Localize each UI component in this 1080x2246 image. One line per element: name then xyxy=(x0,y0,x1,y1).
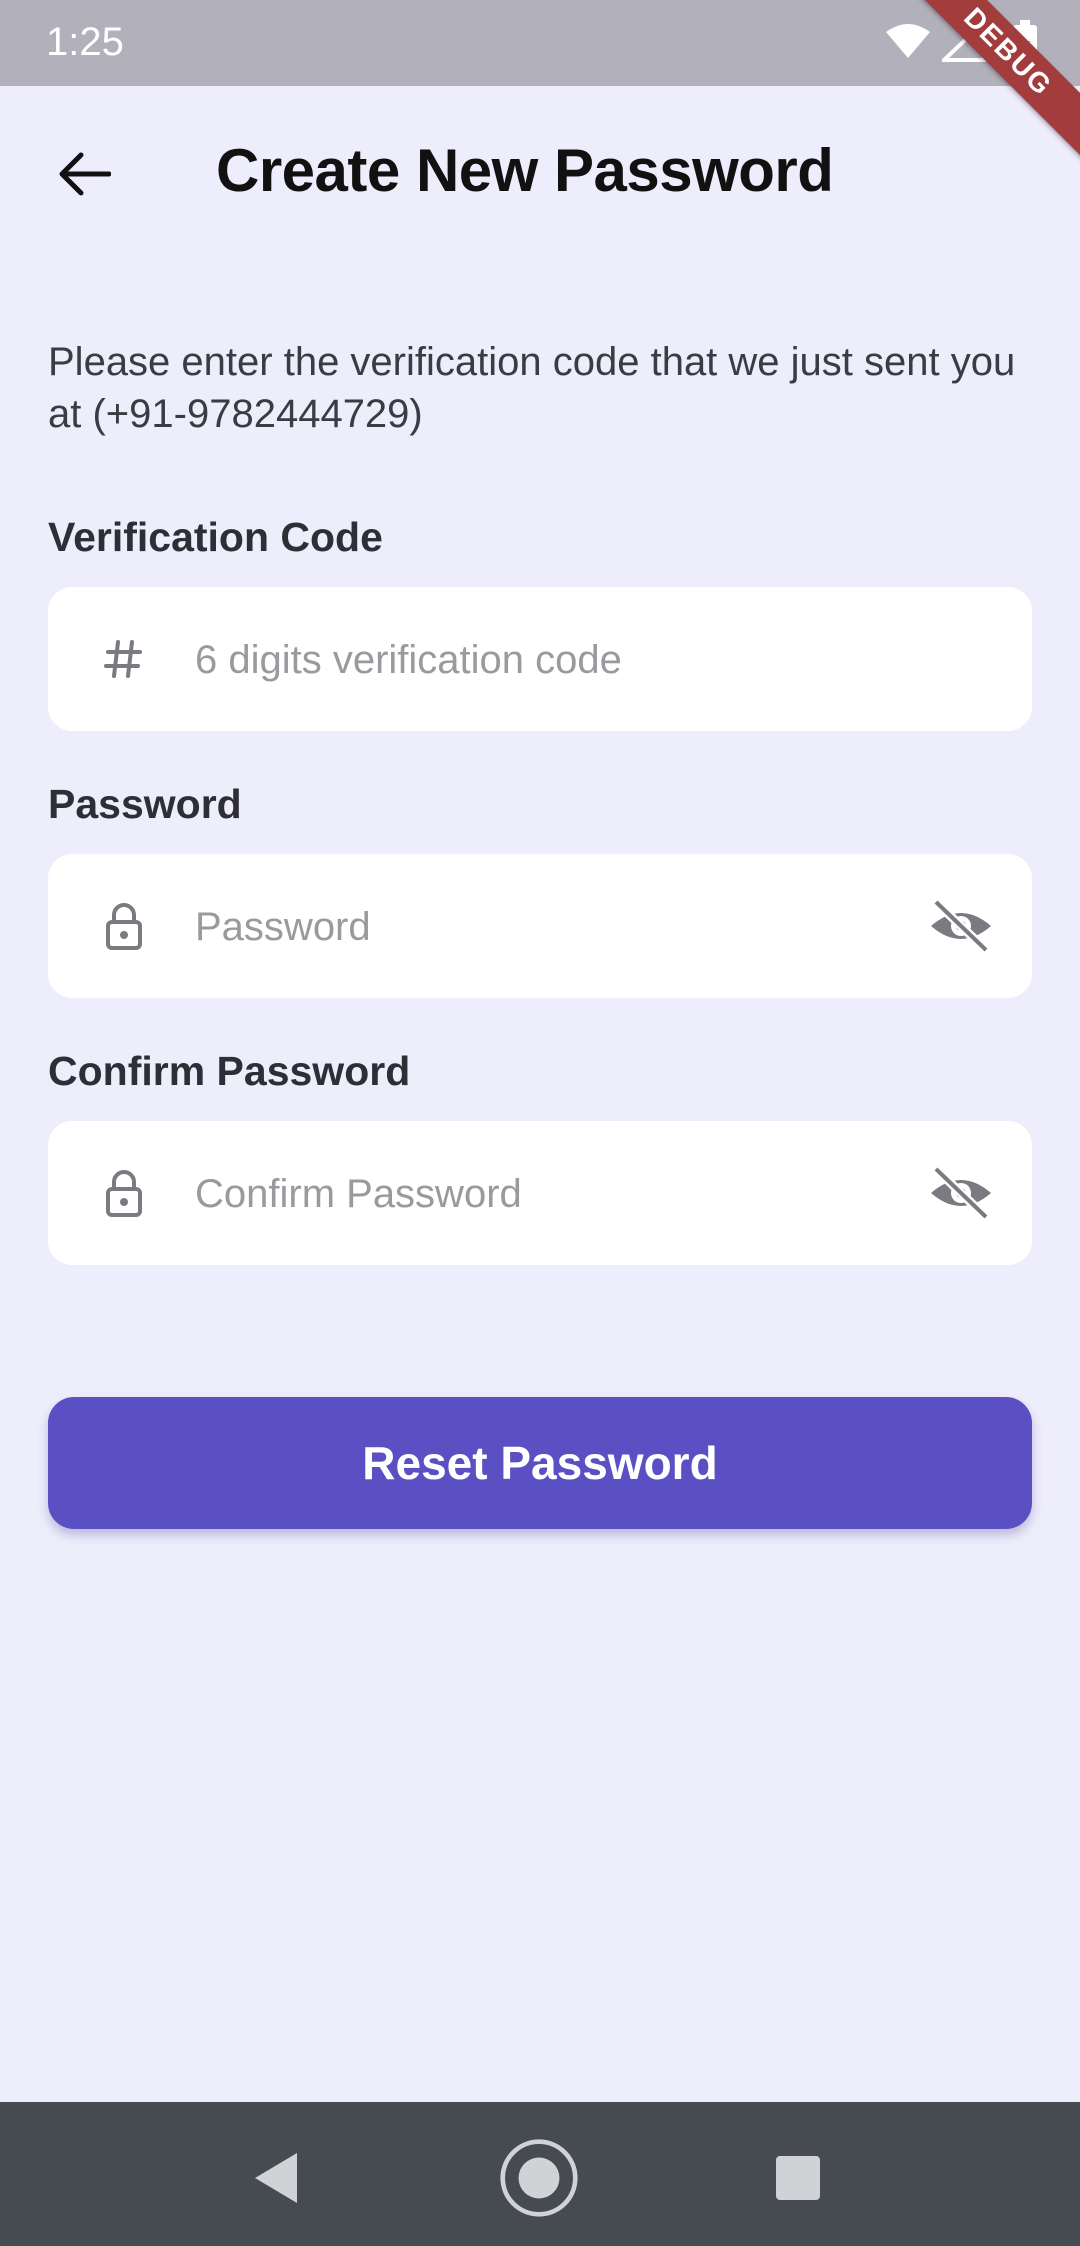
lock-icon xyxy=(94,896,154,956)
back-button[interactable] xyxy=(44,134,124,214)
recents-square-icon xyxy=(776,2156,820,2200)
home-circle-icon xyxy=(500,2139,578,2217)
intro-text: Please enter the verification code that … xyxy=(48,340,1016,436)
verification-label: Verification Code xyxy=(48,514,383,560)
verification-input[interactable] xyxy=(193,587,897,733)
nav-recents-button[interactable] xyxy=(758,2138,838,2218)
confirm-password-label: Confirm Password xyxy=(48,1048,411,1094)
confirm-password-visibility-toggle[interactable] xyxy=(926,1161,996,1225)
page-title: Create New Password xyxy=(216,137,834,204)
reset-form: Please enter the verification code that … xyxy=(48,336,1032,1267)
password-field[interactable] xyxy=(48,854,1032,1000)
lock-icon xyxy=(94,1163,154,1223)
confirm-password-field[interactable] xyxy=(48,1121,1032,1267)
app-bar: Create New Password xyxy=(0,86,1080,256)
arrow-left-icon xyxy=(59,152,111,196)
reset-password-button[interactable]: Reset Password xyxy=(48,1397,1032,1529)
nav-back-button[interactable] xyxy=(236,2138,316,2218)
confirm-password-input[interactable] xyxy=(193,1121,897,1267)
eye-off-icon xyxy=(931,898,991,954)
eye-off-icon xyxy=(931,1165,991,1221)
password-input[interactable] xyxy=(193,854,897,1000)
verification-field[interactable] xyxy=(48,587,1032,733)
status-time: 1:25 xyxy=(46,20,124,64)
password-label: Password xyxy=(48,781,242,827)
back-triangle-icon xyxy=(255,2153,297,2203)
nav-home-button[interactable] xyxy=(499,2138,579,2218)
system-nav-bar xyxy=(0,2102,1080,2246)
hash-icon xyxy=(94,629,154,689)
password-visibility-toggle[interactable] xyxy=(926,894,996,958)
